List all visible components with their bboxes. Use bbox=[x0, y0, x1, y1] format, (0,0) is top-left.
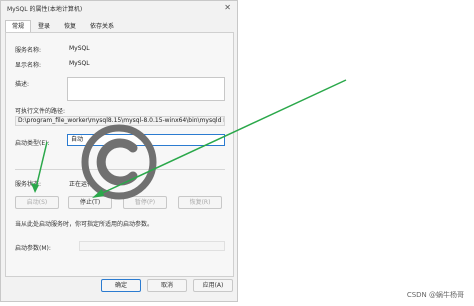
arrow-to-start-icon bbox=[31, 141, 48, 193]
arrow-to-stop-icon bbox=[92, 79, 347, 198]
watermark: CSDN @蜗牛杨哥 bbox=[406, 291, 464, 299]
annotation-overlay bbox=[31, 79, 347, 200]
